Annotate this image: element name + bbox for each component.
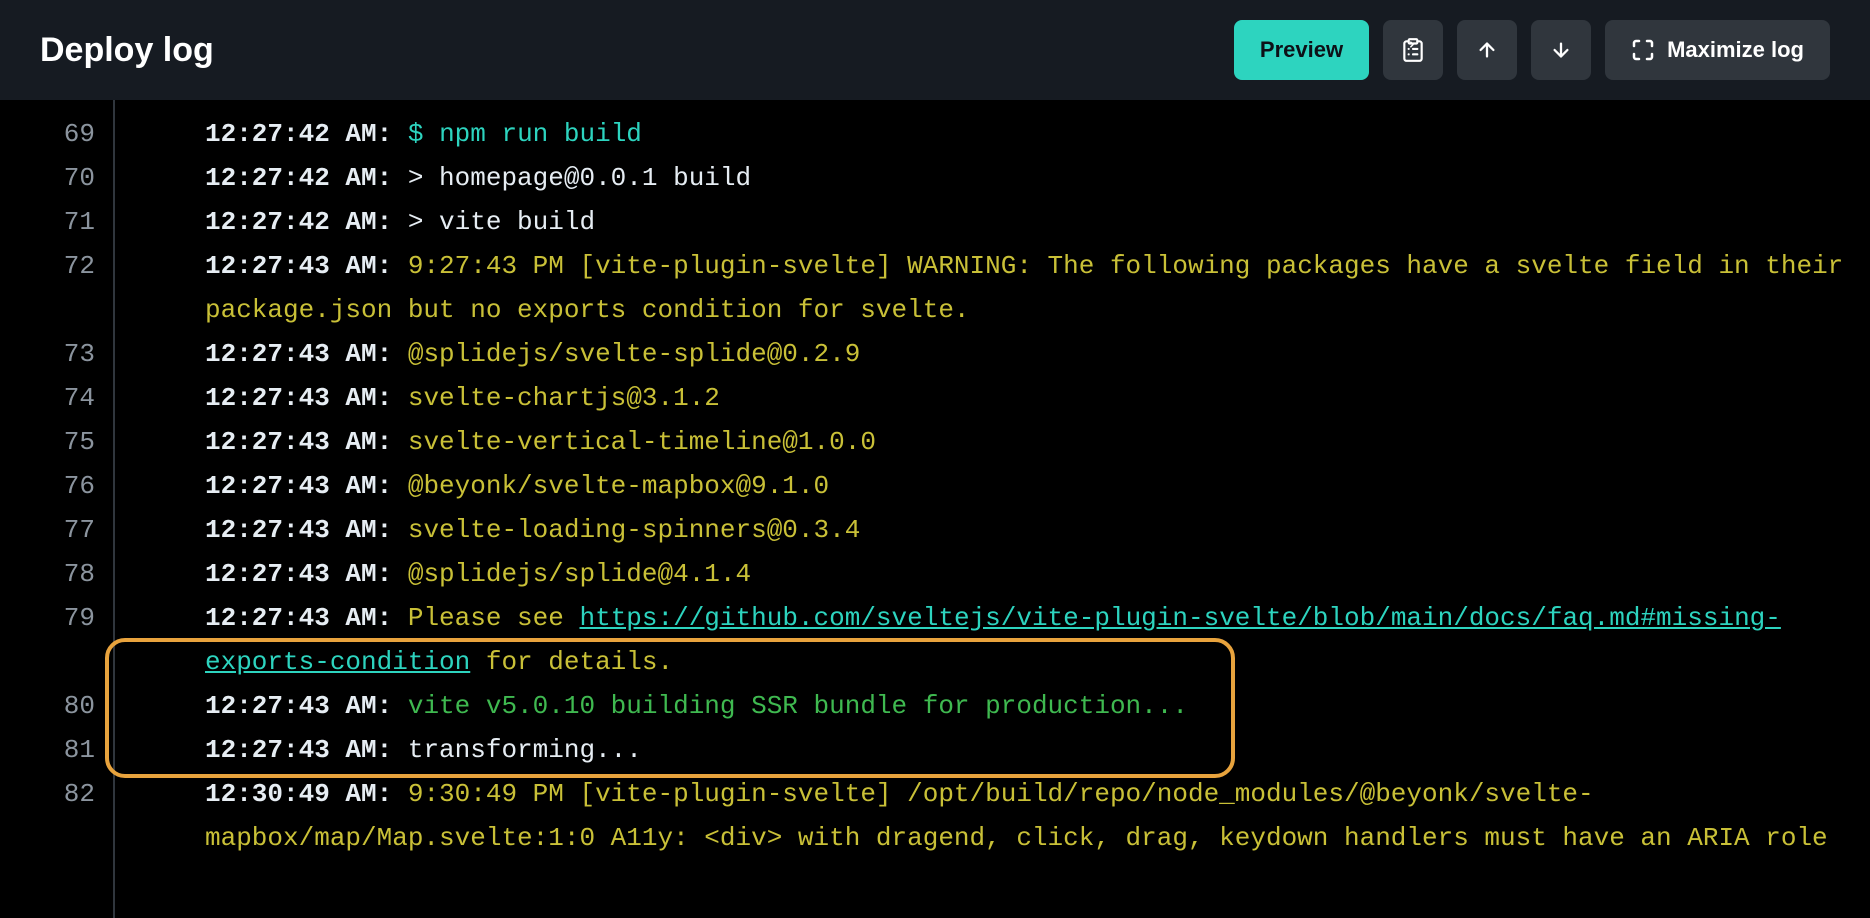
line-number: 81 [0,728,113,772]
clipboard-icon [1400,37,1426,63]
maximize-label: Maximize log [1667,37,1804,63]
timestamp: 12:27:43 AM: [205,383,392,413]
timestamp: 12:27:42 AM: [205,119,392,149]
warning-text: svelte-loading-spinners@0.3.4 [408,515,860,545]
preview-button[interactable]: Preview [1234,20,1369,80]
line-number-gutter: 69 70 71 72 73 74 75 76 77 78 79 80 81 8… [0,100,115,918]
log-line: 12:27:43 AM: Please see https://github.c… [205,596,1850,684]
toolbar: Preview [1234,20,1830,80]
arrow-up-icon [1476,39,1498,61]
arrow-down-icon [1550,39,1572,61]
scroll-down-button[interactable] [1531,20,1591,80]
log-line: 12:27:43 AM: svelte-loading-spinners@0.3… [205,508,1850,552]
line-number: 75 [0,420,113,464]
copy-button[interactable] [1383,20,1443,80]
timestamp: 12:27:43 AM: [205,427,392,457]
log-text: > homepage@0.0.1 build [408,163,751,193]
header: Deploy log Preview [0,0,1870,100]
timestamp: 12:27:43 AM: [205,339,392,369]
line-number: 69 [0,112,113,156]
log-line: 12:27:43 AM: transforming... [205,728,1850,772]
line-number: 78 [0,552,113,596]
timestamp: 12:27:43 AM: [205,515,392,545]
log-line: 12:30:49 AM: 9:30:49 PM [vite-plugin-sve… [205,772,1850,904]
warning-text: @splidejs/svelte-splide@0.2.9 [408,339,860,369]
log-line: 12:27:43 AM: @splidejs/splide@4.1.4 [205,552,1850,596]
log-container: 69 70 71 72 73 74 75 76 77 78 79 80 81 8… [0,100,1870,918]
warning-text: 9:30:49 PM [vite-plugin-svelte] /opt/bui… [205,779,1828,853]
log-line: 12:27:43 AM: @beyonk/svelte-mapbox@9.1.0 [205,464,1850,508]
timestamp: 12:27:43 AM: [205,691,392,721]
log-text: > vite build [408,207,595,237]
log-line: 12:27:42 AM: > homepage@0.0.1 build [205,156,1850,200]
warning-text: for details. [470,647,673,677]
line-number: 76 [0,464,113,508]
maximize-button[interactable]: Maximize log [1605,20,1830,80]
page-title: Deploy log [40,31,214,70]
timestamp: 12:27:43 AM: [205,251,392,281]
warning-text: svelte-chartjs@3.1.2 [408,383,720,413]
warning-text: svelte-vertical-timeline@1.0.0 [408,427,876,457]
line-number: 71 [0,200,113,244]
prompt: $ [408,119,439,149]
log-text: transforming... [408,735,642,765]
timestamp: 12:27:42 AM: [205,207,392,237]
log-line: 12:27:42 AM: > vite build [205,200,1850,244]
timestamp: 12:30:49 AM: [205,779,392,809]
log-line: 12:27:43 AM: @splidejs/svelte-splide@0.2… [205,332,1850,376]
warning-text: @beyonk/svelte-mapbox@9.1.0 [408,471,829,501]
timestamp: 12:27:43 AM: [205,735,392,765]
scroll-up-button[interactable] [1457,20,1517,80]
timestamp: 12:27:42 AM: [205,163,392,193]
vite-build-text: vite v5.0.10 building SSR bundle for pro… [408,691,1188,721]
command: npm run build [439,119,642,149]
log-line: 12:27:43 AM: vite v5.0.10 building SSR b… [205,684,1850,728]
line-number: 72 [0,244,113,332]
log-line: 12:27:43 AM: svelte-vertical-timeline@1.… [205,420,1850,464]
line-number: 80 [0,684,113,728]
log-line: 12:27:43 AM: svelte-chartjs@3.1.2 [205,376,1850,420]
log-line: 12:27:43 AM: 9:27:43 PM [vite-plugin-sve… [205,244,1850,332]
line-number: 82 [0,772,113,904]
line-number: 73 [0,332,113,376]
timestamp: 12:27:43 AM: [205,603,392,633]
line-number: 70 [0,156,113,200]
warning-text: Please see [408,603,580,633]
timestamp: 12:27:43 AM: [205,471,392,501]
maximize-icon [1631,38,1655,62]
warning-text: 9:27:43 PM [vite-plugin-svelte] WARNING:… [205,251,1859,325]
timestamp: 12:27:43 AM: [205,559,392,589]
log-lines: 12:27:42 AM: $ npm run build 12:27:42 AM… [115,100,1870,918]
line-number: 77 [0,508,113,552]
line-number: 74 [0,376,113,420]
warning-text: @splidejs/splide@4.1.4 [408,559,751,589]
log-line: 12:27:42 AM: $ npm run build [205,112,1850,156]
line-number: 79 [0,596,113,684]
